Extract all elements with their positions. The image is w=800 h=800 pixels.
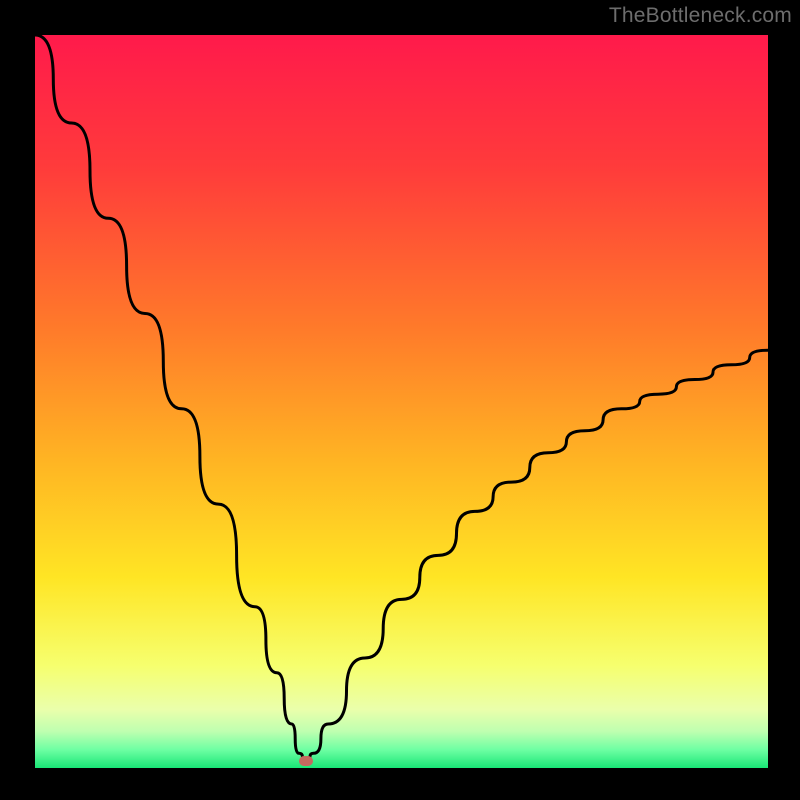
plot-area	[35, 35, 768, 768]
watermark-text: TheBottleneck.com	[609, 4, 792, 28]
optimal-point-marker	[299, 756, 313, 766]
curve-layer	[35, 35, 768, 768]
chart-frame: TheBottleneck.com	[0, 0, 800, 800]
bottleneck-curve	[35, 35, 768, 761]
